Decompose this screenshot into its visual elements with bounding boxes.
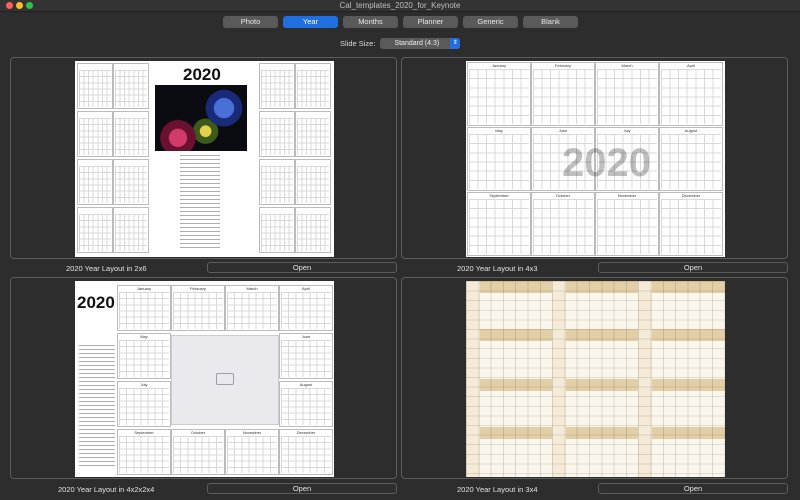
template-card-4x3[interactable]: January February March April May June Ju… bbox=[401, 57, 788, 259]
template-caption: 2020 Year Layout in 4x3 bbox=[457, 264, 538, 273]
category-tabs: Photo Year Months Planner Generic Blank bbox=[223, 16, 578, 28]
mini-calendar bbox=[113, 207, 149, 253]
mini-calendar: February bbox=[171, 285, 225, 331]
tab-blank[interactable]: Blank bbox=[523, 16, 578, 28]
template-card-3x4[interactable] bbox=[401, 277, 788, 479]
open-button[interactable]: Open bbox=[207, 483, 397, 494]
open-button[interactable]: Open bbox=[207, 262, 397, 273]
calendar-grid-lines bbox=[466, 281, 725, 477]
mini-calendar bbox=[295, 111, 331, 157]
mini-calendar bbox=[113, 159, 149, 205]
mini-calendar bbox=[77, 111, 113, 157]
mini-calendar: December bbox=[279, 429, 333, 475]
mini-calendar: April bbox=[659, 62, 723, 126]
mini-calendar bbox=[259, 63, 295, 109]
mini-calendar: December bbox=[659, 192, 723, 256]
mini-calendar: November bbox=[225, 429, 279, 475]
tab-months[interactable]: Months bbox=[343, 16, 398, 28]
year-heading: 2020 bbox=[183, 65, 221, 84]
template-preview-3x4[interactable] bbox=[466, 281, 725, 477]
template-caption: 2020 Year Layout in 4x2x2x4 bbox=[58, 485, 155, 494]
image-placeholder-icon bbox=[216, 372, 234, 385]
window-title: Cal_templates_2020_for_Keynote bbox=[339, 1, 461, 10]
calendar-photo bbox=[155, 85, 247, 151]
mini-calendar bbox=[259, 207, 295, 253]
app-window: Cal_templates_2020_for_Keynote Photo Yea… bbox=[0, 0, 800, 500]
tab-year[interactable]: Year bbox=[283, 16, 338, 28]
mini-calendar: April bbox=[279, 285, 333, 331]
mini-calendar bbox=[77, 159, 113, 205]
mini-calendar bbox=[113, 111, 149, 157]
mini-calendar: August bbox=[279, 381, 333, 427]
holiday-list bbox=[180, 155, 220, 251]
tab-planner[interactable]: Planner bbox=[403, 16, 458, 28]
mini-calendar: May bbox=[117, 333, 171, 379]
mini-calendar bbox=[295, 207, 331, 253]
mini-calendar: March bbox=[595, 62, 659, 126]
mini-calendar: July bbox=[117, 381, 171, 427]
mini-calendar: October bbox=[531, 192, 595, 256]
template-card-4x2x2x4[interactable]: 2020 January February March April May Ju… bbox=[10, 277, 397, 479]
template-preview-2x6[interactable]: 2020 bbox=[75, 61, 334, 257]
template-caption: 2020 Year Layout in 2x6 bbox=[66, 264, 147, 273]
mini-calendar: September bbox=[467, 192, 531, 256]
slide-size-select[interactable]: Standard (4:3) ⇕ bbox=[380, 38, 461, 49]
mini-calendar: March bbox=[225, 285, 279, 331]
mini-calendar bbox=[113, 63, 149, 109]
mini-calendar bbox=[77, 207, 113, 253]
mini-calendar: January bbox=[467, 62, 531, 126]
mini-calendar: November bbox=[595, 192, 659, 256]
mini-calendar: May bbox=[467, 127, 531, 191]
open-button[interactable]: Open bbox=[598, 483, 788, 494]
slide-size-value: Standard (4:3) bbox=[394, 40, 440, 47]
year-heading: 2020 bbox=[77, 293, 115, 312]
mini-calendar bbox=[295, 159, 331, 205]
tab-photo[interactable]: Photo bbox=[223, 16, 278, 28]
template-preview-4x3[interactable]: January February March April May June Ju… bbox=[466, 61, 725, 257]
mini-calendar: August bbox=[659, 127, 723, 191]
title-bar: Cal_templates_2020_for_Keynote bbox=[0, 0, 800, 12]
mini-calendar bbox=[259, 111, 295, 157]
template-preview-4x2x2x4[interactable]: 2020 January February March April May Ju… bbox=[75, 281, 334, 477]
mini-calendar bbox=[295, 63, 331, 109]
mini-calendar bbox=[259, 159, 295, 205]
holiday-list bbox=[79, 345, 115, 469]
mini-calendar: January bbox=[117, 285, 171, 331]
mini-calendar: February bbox=[531, 62, 595, 126]
tab-generic[interactable]: Generic bbox=[463, 16, 518, 28]
slide-size-row: Slide Size: Standard (4:3) ⇕ bbox=[340, 38, 461, 49]
image-placeholder bbox=[171, 335, 279, 425]
mini-calendar: June bbox=[279, 333, 333, 379]
template-card-2x6[interactable]: 2020 bbox=[10, 57, 397, 259]
mini-calendar bbox=[77, 63, 113, 109]
mini-calendar: September bbox=[117, 429, 171, 475]
template-caption: 2020 Year Layout in 3x4 bbox=[457, 485, 538, 494]
open-button[interactable]: Open bbox=[598, 262, 788, 273]
mini-calendar: October bbox=[171, 429, 225, 475]
updown-chevron-icon: ⇕ bbox=[450, 38, 461, 49]
slide-size-label: Slide Size: bbox=[340, 39, 376, 48]
year-watermark: 2020 bbox=[562, 141, 651, 185]
